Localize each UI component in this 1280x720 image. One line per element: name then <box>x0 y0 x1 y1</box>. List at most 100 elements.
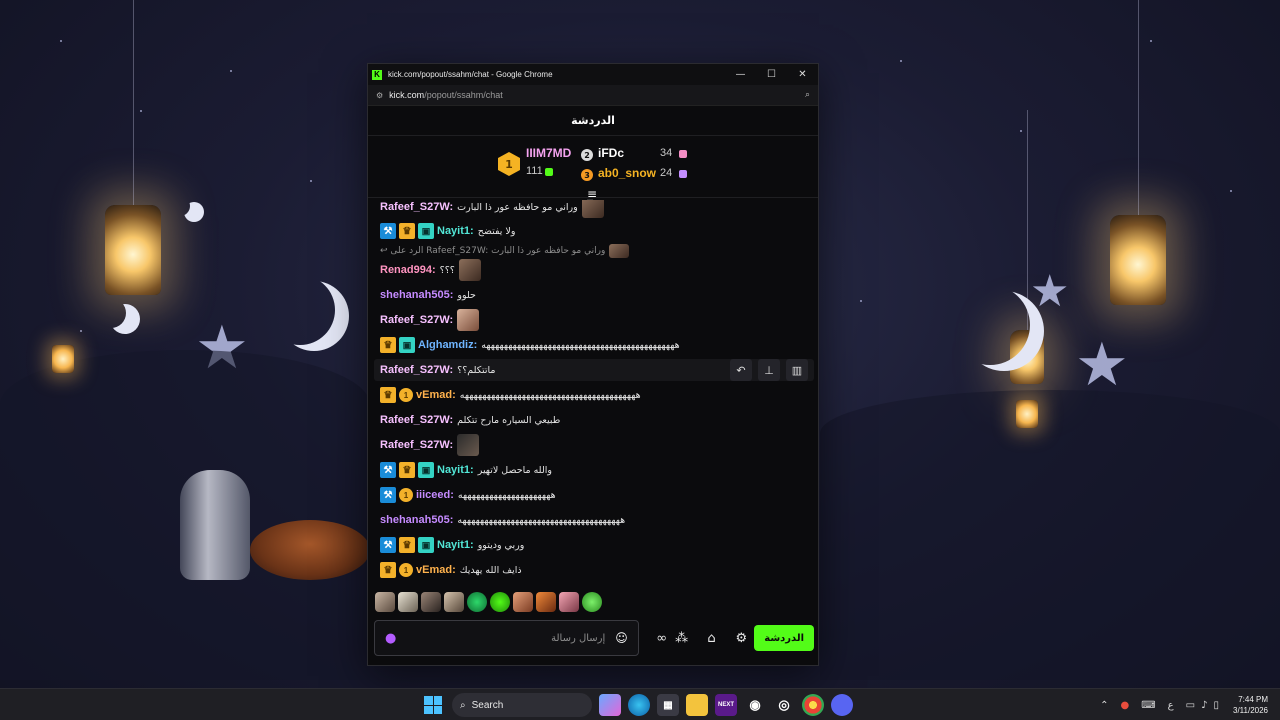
rank-3-badge: 3 <box>581 169 593 181</box>
chat-message[interactable]: ♛ ▣ Alghamdiz: ههههههههههههههههههههههههه… <box>380 334 680 356</box>
copilot-icon[interactable] <box>599 694 621 716</box>
username[interactable]: shehanah505: <box>380 289 453 301</box>
volume-icon[interactable]: ♪ <box>1201 700 1207 711</box>
chat-message[interactable]: ⚒ 1 iiiceed: هههههههههههههههههههههه <box>380 484 556 506</box>
discord-icon[interactable] <box>831 694 853 716</box>
chat-message[interactable]: Renad994: ؟؟؟ <box>380 259 481 281</box>
taskbar: ⌕ Search ▦ NEXT ◉ ◎ ⌃ ● ⌨ ع ▭ ♪ ▯ 7:44 P… <box>0 688 1280 720</box>
username-text: Alghamdiz <box>418 339 474 351</box>
app-icon[interactable]: ◎ <box>773 694 795 716</box>
browser-window: K kick.com/popout/ssahm/chat - Google Ch… <box>367 63 819 666</box>
search-label: Search <box>471 699 504 711</box>
microphone-tray-icon[interactable]: ● <box>1121 700 1130 711</box>
username[interactable]: Renad994: <box>380 264 436 276</box>
chrome-icon[interactable] <box>802 694 824 716</box>
leader-3-name[interactable]: ab0_snow <box>598 166 656 180</box>
emote-button[interactable] <box>421 592 441 612</box>
username[interactable]: Rafeef_S27W: <box>380 364 453 376</box>
window-title: kick.com/popout/ssahm/chat - Google Chro… <box>388 70 553 79</box>
taskbar-search[interactable]: ⌕ Search <box>452 693 592 717</box>
wallpaper-star <box>1150 40 1152 42</box>
chat-message-hovered[interactable]: Rafeef_S27W: ماتتكلم؟؟ ↶ ⊥ ▥ <box>374 359 814 381</box>
wallpaper-star <box>310 180 312 182</box>
windows-start-icon[interactable] <box>424 696 442 714</box>
close-button[interactable]: ✕ <box>787 64 818 85</box>
chat-message[interactable]: shehanah505: حلوو <box>380 284 476 306</box>
leader-1-name[interactable]: IIIM7MD <box>526 146 571 160</box>
emote-button[interactable] <box>559 592 579 612</box>
emote-button[interactable] <box>513 592 533 612</box>
chat-input-placeholder[interactable]: إرسال رسالة <box>396 633 605 644</box>
chat-message[interactable]: Rafeef_S27W: طبيعي السياره مارح تتكلم <box>380 409 560 431</box>
url-domain: kick.com <box>389 90 425 100</box>
emote-image <box>457 309 480 331</box>
message-text: هههههههههههههههههههههههههههههههههههههههه… <box>459 389 641 401</box>
edge-icon[interactable] <box>628 694 650 716</box>
username[interactable]: shehanah505: <box>380 514 453 526</box>
username[interactable]: vEmad: <box>416 389 456 401</box>
clock[interactable]: 7:44 PM 3/11/2026 <box>1233 694 1268 716</box>
emote-button[interactable] <box>582 592 602 612</box>
next-app-icon[interactable]: NEXT <box>715 694 737 716</box>
username[interactable]: Nayit1: <box>437 539 474 551</box>
username[interactable]: Rafeef_S27W: <box>380 439 453 451</box>
username[interactable]: vEmad: <box>416 564 456 576</box>
pin-icon[interactable]: ⊥ <box>758 359 780 381</box>
lantern-left <box>105 0 161 295</box>
emote-button[interactable] <box>444 592 464 612</box>
emote-button[interactable] <box>467 592 487 612</box>
wallpaper-star <box>1020 130 1022 132</box>
emote-button[interactable] <box>398 592 418 612</box>
language-indicator[interactable]: ع <box>1168 700 1174 711</box>
url-text[interactable]: kick.com/popout/ssahm/chat <box>389 90 805 100</box>
username[interactable]: Rafeef_S27W: <box>380 314 453 326</box>
network-icon[interactable]: ▭ <box>1186 700 1195 711</box>
chat-message[interactable]: Rafeef_S27W: <box>380 434 480 456</box>
send-chat-button[interactable]: الدردشة <box>754 625 815 651</box>
chat-message[interactable]: ⚒ ♛ ▣ Nayit1: وربي وديتوو <box>380 534 524 556</box>
username[interactable]: Nayit1: <box>437 225 474 237</box>
emoji-picker-icon[interactable]: ☺ <box>615 631 628 645</box>
username[interactable]: iiiceed: <box>416 489 454 501</box>
maximize-button[interactable]: ☐ <box>756 64 787 85</box>
battery-icon[interactable]: ▯ <box>1213 700 1219 711</box>
chat-message[interactable]: Rafeef_S27W: وراني مو حافظه عور ذا البار… <box>380 200 604 218</box>
obs-icon[interactable]: ◉ <box>744 694 766 716</box>
chat-message[interactable]: ♛ 1 vEmad: ههههههههههههههههههههههههههههه… <box>380 384 641 406</box>
store-app-icon[interactable]: ▦ <box>657 694 679 716</box>
chat-message[interactable]: ⚒ ♛ ▣ Nayit1: والله ماحصل لاتهير <box>380 459 552 481</box>
wallpaper-star <box>230 70 232 72</box>
chat-message[interactable]: shehanah505: ههههههههههههههههههههههههههه… <box>380 509 625 531</box>
chevron-up-icon[interactable]: ⌃ <box>1100 700 1108 711</box>
reply-icon[interactable]: ↶ <box>730 359 752 381</box>
chat-message[interactable]: ⚒ ♛ ▣ Nayit1: ولا يفتضح <box>380 220 515 242</box>
leader-2-name[interactable]: iFDc <box>598 146 624 160</box>
file-explorer-icon[interactable] <box>686 694 708 716</box>
minimize-button[interactable]: — <box>725 64 756 85</box>
emote-button[interactable] <box>490 592 510 612</box>
username[interactable]: Nayit1: <box>437 464 474 476</box>
chat-message[interactable]: ♛ 1 vEmad: ذايف الله يهديك <box>380 559 522 581</box>
emote-share-icon[interactable]: ⁂ <box>669 625 695 651</box>
chat-input[interactable]: ● إرسال رسالة ☺ <box>374 620 639 656</box>
chat-message[interactable]: Rafeef_S27W: <box>380 309 480 331</box>
teapot <box>180 470 250 580</box>
message-text: ماتتكلم؟؟ <box>457 364 496 376</box>
emote-button[interactable] <box>536 592 556 612</box>
microphone-icon[interactable]: ● <box>385 631 396 646</box>
delete-icon[interactable]: ▥ <box>786 359 808 381</box>
keyboard-icon[interactable]: ⌨ <box>1141 700 1155 711</box>
store-icon[interactable]: ⌂ <box>699 625 725 651</box>
reply-context[interactable]: ↩ الرد على Rafeef_S27W: وراني مو حافظه ع… <box>380 244 630 258</box>
moderator-badge-icon: ⚒ <box>380 537 396 553</box>
zoom-icon[interactable]: ⌕ <box>805 90 810 100</box>
username[interactable]: Alghamdiz: <box>418 339 477 351</box>
username[interactable]: Rafeef_S27W: <box>380 414 453 426</box>
emote-button[interactable] <box>375 592 395 612</box>
address-bar[interactable]: ⚙ kick.com/popout/ssahm/chat ⌕ <box>368 85 818 106</box>
site-info-icon[interactable]: ⚙ <box>376 91 383 100</box>
rank-2-badge: 2 <box>581 149 593 161</box>
chat-messages[interactable]: Rafeef_S27W: وراني مو حافظه عور ذا البار… <box>368 200 818 585</box>
username[interactable]: Rafeef_S27W: <box>380 201 453 213</box>
settings-gear-icon[interactable]: ⚙ <box>728 625 754 651</box>
